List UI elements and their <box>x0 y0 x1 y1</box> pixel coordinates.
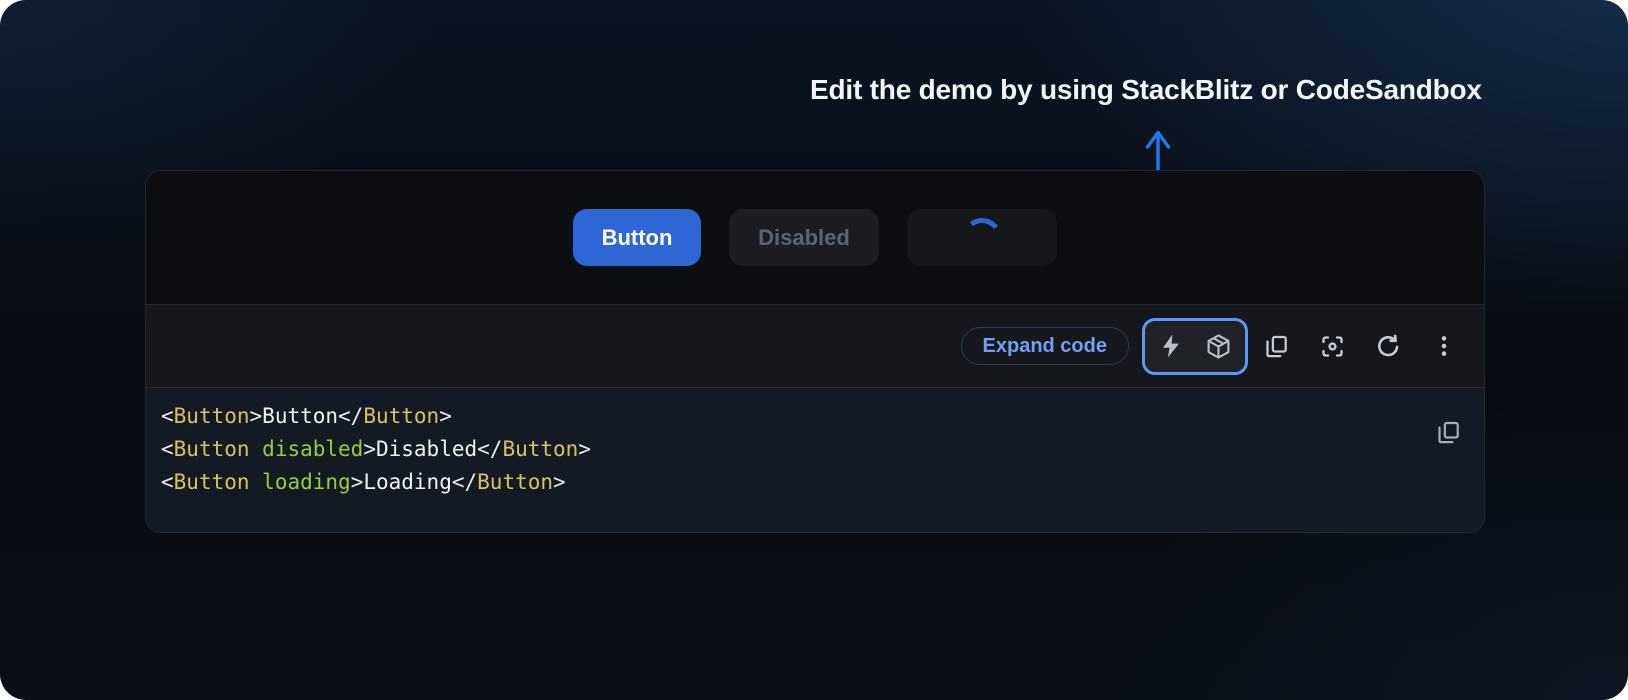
codesandbox-box-icon[interactable] <box>1205 333 1232 360</box>
stackblitz-lightning-icon[interactable] <box>1158 333 1184 359</box>
copy-icon[interactable] <box>1261 331 1291 361</box>
code-line: <Button>Button</Button> <box>161 400 1394 433</box>
docs-demo-page: Edit the demo by using StackBlitz or Cod… <box>0 0 1628 700</box>
demo-card: Button Disabled Expand code <box>145 170 1485 533</box>
focus-scan-icon[interactable] <box>1317 331 1347 361</box>
demo-toolbar: Expand code <box>146 304 1484 387</box>
expand-code-button[interactable]: Expand code <box>961 327 1129 365</box>
annotation-heading: Edit the demo by using StackBlitz or Cod… <box>810 74 1510 106</box>
more-menu-icon[interactable] <box>1429 331 1459 361</box>
demo-preview-area: Button Disabled <box>146 171 1484 304</box>
copy-code-icon[interactable] <box>1434 418 1462 446</box>
loading-spinner-icon <box>959 215 1004 260</box>
primary-button[interactable]: Button <box>573 209 701 266</box>
edit-online-group <box>1142 318 1248 375</box>
code-lines: <Button>Button</Button><Button disabled>… <box>161 400 1394 499</box>
code-line: <Button disabled>Disabled</Button> <box>161 433 1394 466</box>
code-line: <Button loading>Loading</Button> <box>161 466 1394 499</box>
code-block: <Button>Button</Button><Button disabled>… <box>146 387 1484 532</box>
refresh-icon[interactable] <box>1373 331 1403 361</box>
loading-button[interactable] <box>907 209 1057 266</box>
disabled-button[interactable]: Disabled <box>729 209 879 266</box>
